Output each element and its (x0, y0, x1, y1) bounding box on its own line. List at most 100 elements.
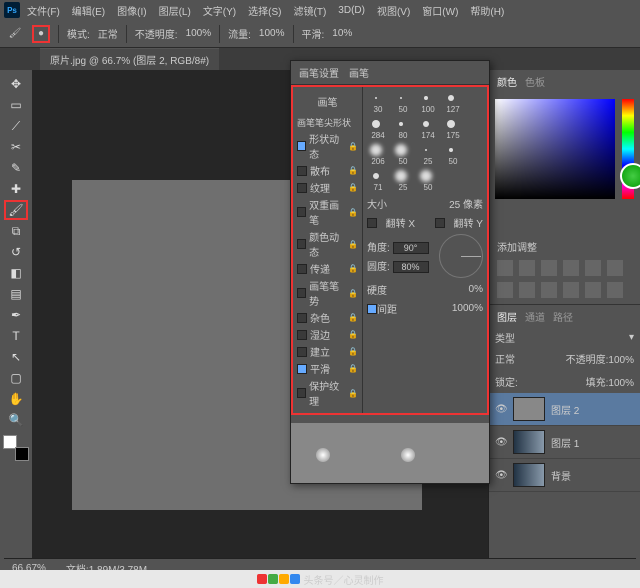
menu-layer[interactable]: 图层(L) (154, 1, 196, 20)
tab-brush-settings[interactable]: 画笔设置 (299, 65, 339, 80)
brush-preset[interactable]: 284 (367, 117, 389, 140)
brush-preset-picker[interactable]: ● (32, 25, 50, 43)
brush-preset[interactable]: 25 (392, 169, 414, 192)
brush-opt[interactable]: 杂色🔒 (297, 309, 358, 326)
adj-icon[interactable] (607, 282, 623, 298)
brush-opt[interactable]: 形状动态🔒 (297, 130, 358, 162)
brush-tip-shape[interactable]: 画笔笔尖形状 (297, 115, 358, 130)
marquee-tool[interactable]: ▭ (4, 95, 28, 115)
menu-3d[interactable]: 3D(D) (333, 3, 370, 18)
zoom-tool[interactable]: 🔍 (4, 410, 28, 430)
angle-input[interactable] (393, 242, 429, 254)
eyedropper-tool[interactable]: ✎ (4, 158, 28, 178)
adj-icon[interactable] (497, 282, 513, 298)
menu-view[interactable]: 视图(V) (372, 1, 415, 20)
visibility-icon[interactable]: 👁 (495, 470, 507, 481)
document-tab[interactable]: 原片.jpg @ 66.7% (图层 2, RGB/8#) (40, 48, 219, 70)
shape-tool[interactable]: ▢ (4, 368, 28, 388)
brush-preset[interactable]: 50 (417, 169, 439, 192)
adj-icon[interactable] (607, 260, 623, 276)
spacing-check[interactable] (367, 304, 377, 314)
size-value[interactable]: 25 像素 (449, 196, 483, 211)
crop-tool[interactable]: ✂ (4, 137, 28, 157)
brush-preset[interactable]: 174 (417, 117, 439, 140)
layer-fill[interactable]: 100% (608, 378, 634, 389)
brush-opt[interactable]: 保护纹理🔒 (297, 377, 358, 409)
brush-opt[interactable]: 传递🔒 (297, 260, 358, 277)
cc-libraries-icon[interactable] (620, 163, 640, 189)
brush-preset[interactable]: 100 (417, 91, 439, 114)
color-field[interactable] (495, 99, 615, 199)
visibility-icon[interactable]: 👁 (495, 437, 507, 448)
lasso-tool[interactable]: ⟋ (4, 116, 28, 136)
brush-opt[interactable]: 建立🔒 (297, 343, 358, 360)
adj-icon[interactable] (497, 260, 513, 276)
tab-brushes[interactable]: 画笔 (349, 65, 369, 80)
brush-preset[interactable]: 206 (367, 143, 389, 166)
brush-opt[interactable]: 平滑🔒 (297, 360, 358, 377)
opacity-value[interactable]: 100% (186, 28, 212, 39)
flow-value[interactable]: 100% (259, 28, 285, 39)
adj-icon[interactable] (519, 282, 535, 298)
menu-edit[interactable]: 编辑(E) (67, 1, 110, 20)
angle-widget[interactable] (439, 234, 483, 278)
layer-row[interactable]: 👁 图层 1 (489, 426, 640, 459)
brush-opt[interactable]: 湿边🔒 (297, 326, 358, 343)
smooth-value[interactable]: 10% (332, 28, 352, 39)
brush-preset[interactable]: 50 (392, 91, 414, 114)
menu-filter[interactable]: 滤镜(T) (289, 1, 332, 20)
flip-y-check[interactable] (435, 218, 445, 228)
adj-icon[interactable] (563, 260, 579, 276)
brush-preset[interactable]: 50 (392, 143, 414, 166)
layer-row[interactable]: 👁 图层 2 (489, 393, 640, 426)
brush-tool-icon[interactable]: 🖌 (6, 25, 24, 43)
brush-opt[interactable]: 纹理🔒 (297, 179, 358, 196)
hand-tool[interactable]: ✋ (4, 389, 28, 409)
adj-icon[interactable] (585, 282, 601, 298)
brush-preset[interactable]: 30 (367, 91, 389, 114)
visibility-icon[interactable]: 👁 (495, 404, 507, 415)
type-tool[interactable]: T (4, 326, 28, 346)
pen-tool[interactable]: ✒ (4, 305, 28, 325)
mode-value[interactable]: 正常 (98, 26, 118, 41)
brush-preset[interactable]: 50 (442, 143, 464, 166)
menu-type[interactable]: 文字(Y) (198, 1, 241, 20)
spacing-value[interactable]: 1000% (452, 303, 483, 314)
brush-preset[interactable]: 71 (367, 169, 389, 192)
layer-name[interactable]: 背景 (551, 468, 571, 483)
stamp-tool[interactable]: ⧉ (4, 221, 28, 241)
brush-preset[interactable]: 175 (442, 117, 464, 140)
tab-color[interactable]: 颜色 (497, 74, 517, 89)
layer-opacity[interactable]: 100% (608, 355, 634, 366)
adj-icon[interactable] (563, 282, 579, 298)
brush-opt[interactable]: 画笔笔势🔒 (297, 277, 358, 309)
menu-select[interactable]: 选择(S) (243, 1, 286, 20)
adj-icon[interactable] (585, 260, 601, 276)
tab-channels[interactable]: 通道 (525, 309, 545, 324)
adj-icon[interactable] (541, 282, 557, 298)
flip-x-check[interactable] (367, 218, 377, 228)
gradient-tool[interactable]: ▤ (4, 284, 28, 304)
fg-bg-colors[interactable] (3, 435, 29, 461)
healing-tool[interactable]: ✚ (4, 179, 28, 199)
layer-name[interactable]: 图层 1 (551, 435, 579, 450)
brush-section[interactable]: 画笔 (297, 91, 358, 112)
menu-help[interactable]: 帮助(H) (465, 1, 509, 20)
path-tool[interactable]: ↖ (4, 347, 28, 367)
brush-preset[interactable]: 127 (442, 91, 464, 114)
layer-row[interactable]: 👁 背景 (489, 459, 640, 492)
brush-tool[interactable]: 🖌 (4, 200, 28, 220)
menu-file[interactable]: 文件(F) (22, 1, 65, 20)
blend-mode[interactable]: 正常 (495, 351, 515, 366)
layer-name[interactable]: 图层 2 (551, 402, 579, 417)
brush-opt[interactable]: 散布🔒 (297, 162, 358, 179)
move-tool[interactable]: ✥ (4, 74, 28, 94)
menu-window[interactable]: 窗口(W) (417, 1, 463, 20)
history-brush-tool[interactable]: ↺ (4, 242, 28, 262)
brush-opt[interactable]: 颜色动态🔒 (297, 228, 358, 260)
tab-paths[interactable]: 路径 (553, 309, 573, 324)
tab-layers[interactable]: 图层 (497, 309, 517, 324)
eraser-tool[interactable]: ◧ (4, 263, 28, 283)
brush-preset[interactable]: 80 (392, 117, 414, 140)
adj-icon[interactable] (541, 260, 557, 276)
